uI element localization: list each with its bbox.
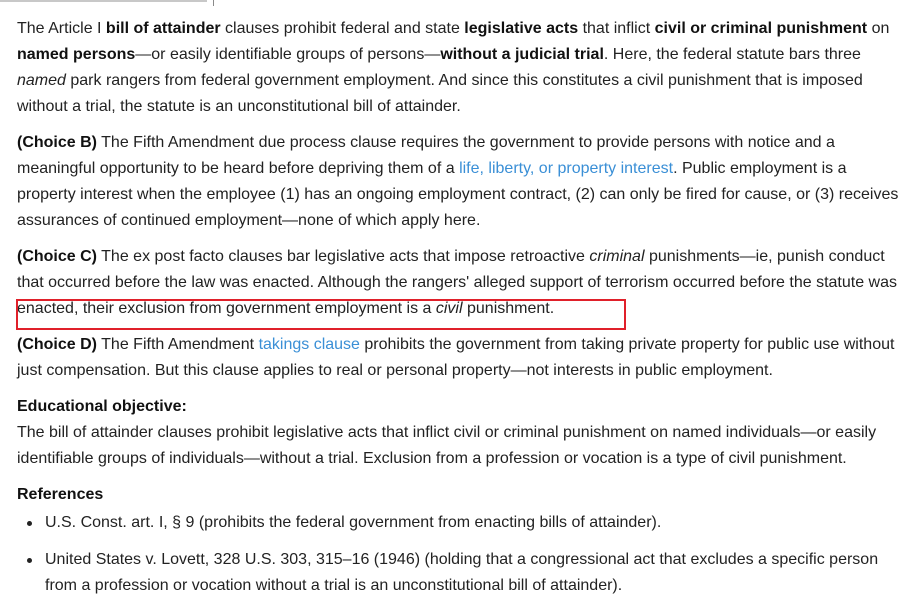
text: punishment. — [462, 300, 555, 317]
choice-c-paragraph: (Choice C) The ex post facto clauses bar… — [17, 244, 901, 322]
divider-tick — [213, 0, 214, 6]
divider-line — [0, 0, 207, 2]
text: The ex post facto clauses bar legislativ… — [97, 248, 590, 265]
choice-d-paragraph: (Choice D) The Fifth Amendment takings c… — [17, 332, 901, 384]
italic-term: named — [17, 72, 66, 89]
italic-term: criminal — [589, 248, 645, 265]
explanation-paragraph-main: The Article I bill of attainder clauses … — [17, 16, 901, 120]
reference-item: U.S. Const. art. I, § 9 (prohibits the f… — [27, 510, 901, 536]
bold-term: without a judicial trial — [440, 46, 604, 63]
bold-term: bill of attainder — [105, 20, 221, 37]
text: on — [867, 20, 890, 37]
text: clauses prohibit federal and state — [220, 20, 465, 37]
reference-item: United States v. Lovett, 328 U.S. 303, 3… — [27, 547, 901, 599]
top-divider — [0, 0, 915, 6]
bold-term: legislative acts — [464, 20, 579, 37]
takings-clause-link[interactable]: takings clause — [259, 336, 360, 353]
choice-b-paragraph: (Choice B) The Fifth Amendment due proce… — [17, 130, 901, 234]
choice-label: (Choice B) — [17, 134, 97, 151]
text: The Article I — [17, 20, 106, 37]
educational-objective-heading: Educational objective: — [17, 398, 187, 415]
text: park rangers from federal government emp… — [17, 72, 863, 115]
educational-objective-text: The bill of attainder clauses prohibit l… — [17, 424, 877, 467]
bold-term: named persons — [17, 46, 136, 63]
references-heading: References — [17, 486, 104, 503]
references-list: U.S. Const. art. I, § 9 (prohibits the f… — [17, 510, 901, 599]
choice-label: (Choice D) — [17, 336, 97, 353]
text: —or easily identifiable groups of person… — [135, 46, 441, 63]
property-interest-link[interactable]: life, liberty, or property interest — [459, 160, 673, 177]
italic-term: civil — [435, 300, 463, 317]
choice-label: (Choice C) — [17, 248, 97, 265]
text: The Fifth Amendment — [97, 336, 259, 353]
text: . Here, the federal statute bars three — [603, 46, 861, 63]
text: that inflict — [578, 20, 655, 37]
bold-term: civil or criminal punishment — [654, 20, 868, 37]
explanation-content: The Article I bill of attainder clauses … — [17, 16, 901, 610]
